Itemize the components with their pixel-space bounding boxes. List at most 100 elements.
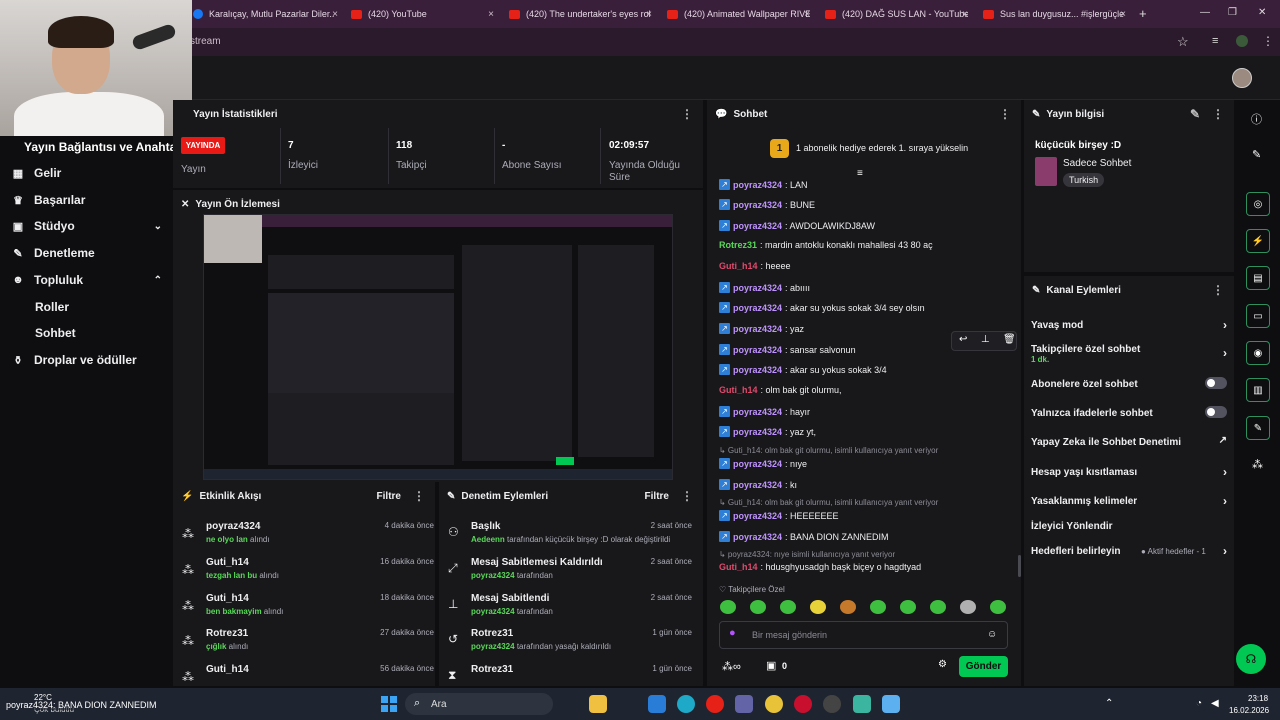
chat-message[interactable]: ↗ poyraz4324: LAN [719,179,1015,190]
chat-message[interactable]: Guti_h14: heeee [719,261,1015,271]
chat-scrollbar[interactable] [1018,555,1021,577]
browser-tab[interactable]: (420) YouTube × [351,4,494,24]
emote-icon[interactable] [840,600,856,614]
close-tab-icon[interactable]: × [488,9,494,20]
app-icon[interactable] [853,695,871,713]
rail-button[interactable]: ▥ [1246,378,1270,402]
followers-chat-row[interactable]: Takipçilere özel sohbet › [1031,344,1227,360]
outlook-icon[interactable] [648,695,666,713]
emote-icon[interactable] [930,600,946,614]
address-text[interactable]: stream [190,36,221,47]
sidebar-item-topluluk[interactable]: ☻ Topluluk ⌃ [12,273,162,287]
emote-icon[interactable] [960,600,976,614]
chrome-icon[interactable] [765,695,783,713]
sidebar-item-roller[interactable]: Roller [35,300,69,314]
close-tab-icon[interactable]: × [332,9,338,20]
chat-username[interactable]: poyraz4324 [733,407,782,417]
browser-tab[interactable]: (420) DAĞ SUS LAN - YouTube × [825,4,968,24]
chat-username[interactable]: poyraz4324 [733,532,782,542]
more-icon[interactable]: ⋮ [999,107,1011,121]
chat-username[interactable]: poyraz4324 [733,324,782,334]
start-icon[interactable] [381,696,397,712]
chat-message[interactable]: Rotrez31: mardin antoklu konaklı mahalle… [719,240,1015,250]
gift-icon[interactable]: ▣ [766,659,776,672]
more-icon[interactable]: ⋮ [1212,107,1224,121]
rail-button[interactable]: ◎ [1246,192,1270,216]
emote-icon[interactable] [720,600,736,614]
age-restriction-row[interactable]: Hesap yaşı kısıtlaması › [1031,465,1227,479]
chat-message[interactable]: ↗ poyraz4324: hayır [719,406,1015,417]
chat-message[interactable]: ↗ poyraz4324: akar su yokus sokak 3/4 [719,364,1015,375]
channel-points-icon[interactable]: ⁂∞ [722,660,741,673]
reply-icon[interactable]: ↩ [959,334,967,345]
avatar[interactable] [1232,68,1252,88]
volume-icon[interactable]: ◀ [1211,698,1219,709]
chat-message[interactable]: ↗ poyraz4324: BANA DION ZANNEDIM [719,531,1015,542]
browser-tab[interactable]: Sus lan duygusuz... #işlergüçle × [983,4,1126,24]
menu-icon[interactable]: ⋮ [1262,34,1274,48]
chat-username[interactable]: poyraz4324 [733,365,782,375]
scroll-down-icon[interactable]: ≡ [857,168,863,179]
support-button[interactable]: ☊ [1236,644,1266,674]
more-icon[interactable]: ⋮ [1212,283,1224,297]
emote-icon[interactable] [810,600,826,614]
youtube-music-icon[interactable] [706,695,724,713]
edit-icon[interactable]: ✎ [1190,107,1200,121]
sidebar-item-studyo[interactable]: ▣ Stüdyo ⌄ [12,219,162,233]
chevron-up-icon[interactable]: ⌃ [1105,698,1113,709]
raid-row[interactable]: İzleyici Yönlendir [1031,521,1227,532]
rail-button[interactable]: ⚡ [1246,229,1270,253]
sidebar-item-denetleme[interactable]: ✎ Denetleme [12,246,162,260]
emote-icon[interactable] [900,600,916,614]
rail-button[interactable]: ▭ [1246,304,1270,328]
wifi-icon[interactable]: ◔ [1196,698,1202,709]
chat-message[interactable]: ↗ poyraz4324: HEEEEEEE [719,510,1015,521]
browser-tab[interactable]: Karalıçay, Mutlu Pazarlar Diler.. × [193,4,338,24]
chat-message[interactable]: ↗ poyraz4324: yaz yt, [719,426,1015,437]
ai-mod-row[interactable]: Yapay Zeka ile Sohbet Denetimi ↗ [1031,435,1227,448]
chat-message[interactable]: ↗ poyraz4324: nıye [719,458,1015,469]
chat-username[interactable]: poyraz4324 [733,303,782,313]
chat-username[interactable]: poyraz4324 [733,427,782,437]
extension-icon[interactable] [1236,35,1248,47]
media-icon[interactable]: ≡ [1212,35,1218,47]
rail-button[interactable]: ✎ [1246,416,1270,440]
slow-mode-row[interactable]: Yavaş mod › [1031,318,1227,332]
chat-message[interactable]: ↗ poyraz4324: AWDOLAWIKDJ8AW [719,220,1015,231]
rail-button[interactable]: ▤ [1246,266,1270,290]
chat-username[interactable]: poyraz4324 [733,283,782,293]
browser-tab[interactable]: (420) Animated Wallpaper RIVE × [667,4,810,24]
chat-username[interactable]: Guti_h14 [719,261,758,271]
chat-message[interactable]: ↗ poyraz4324: abıııı [719,282,1015,293]
chat-message[interactable]: ↗ poyraz4324: akar su yokus sokak 3/4 sey… [719,302,1015,313]
close-tab-icon[interactable]: × [1120,9,1126,20]
tag[interactable]: Turkish [1063,173,1105,187]
maximize-button[interactable]: ❐ [1228,7,1237,18]
chat-message[interactable]: ↗ poyraz4324: kı [719,479,1015,490]
banned-words-row[interactable]: Yasaklanmış kelimeler › [1031,494,1227,508]
community-icon[interactable]: ⁂ [1252,458,1263,471]
close-tab-icon[interactable]: × [804,9,810,20]
chat-username[interactable]: poyraz4324 [733,511,782,521]
chat-username[interactable]: Guti_h14 [719,385,758,395]
category-name[interactable]: Sadece Sohbet [1063,158,1131,169]
send-button[interactable]: Gönder [959,656,1008,677]
more-icon[interactable]: ⋮ [413,489,425,503]
pin-icon[interactable]: ⊥ [981,334,990,345]
emote-icon[interactable] [990,600,1006,614]
sidebar-heading[interactable]: Yayın Bağlantısı ve Anahtarı [24,140,184,154]
chat-username[interactable]: poyraz4324 [733,345,782,355]
category-thumbnail[interactable] [1035,157,1057,186]
minimize-button[interactable]: — [1200,7,1210,18]
emote-icon[interactable] [780,600,796,614]
teams-icon[interactable] [735,695,753,713]
sidebar-item-gelir[interactable]: ▦ Gelir [12,166,162,180]
chat-username[interactable]: poyraz4324 [733,180,782,190]
chat-username[interactable]: poyraz4324 [733,200,782,210]
chat-settings-icon[interactable]: ⚙ [938,659,947,670]
sidebar-item-sohbet[interactable]: Sohbet [35,326,76,340]
mic-icon[interactable]: ● [729,627,736,639]
file-explorer-icon[interactable] [589,695,607,713]
sidebar-item-droplar[interactable]: ⚱ Droplar ve ödüller [12,353,162,367]
bookmark-star-icon[interactable]: ☆ [1177,34,1189,50]
